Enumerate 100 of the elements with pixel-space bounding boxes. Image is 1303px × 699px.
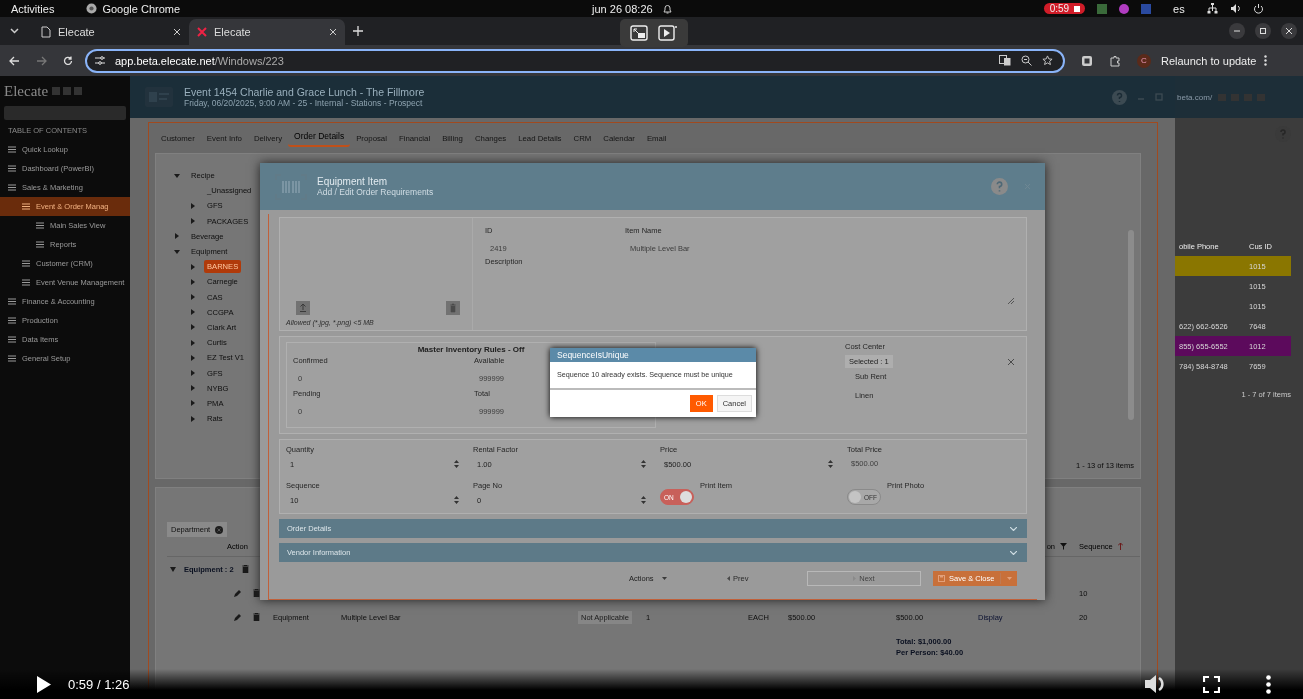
minimize-button[interactable]: [1229, 23, 1245, 39]
address-bar[interactable]: app.beta.elecate.net/Windows/223: [85, 48, 1065, 73]
clear-icon[interactable]: [1008, 358, 1014, 365]
trash-icon[interactable]: [253, 589, 260, 597]
tab-title: Elecate: [58, 26, 96, 38]
profile-avatar[interactable]: C: [1137, 53, 1151, 68]
page-icon: [41, 26, 51, 38]
play-icon[interactable]: [37, 675, 51, 693]
video-time: 0:59 / 1:26: [68, 676, 130, 692]
close-icon[interactable]: [329, 28, 337, 36]
expand-arrow-icon[interactable]: [190, 309, 196, 316]
clock[interactable]: jun 26 08:26: [592, 2, 653, 15]
menu-icon[interactable]: [1264, 55, 1268, 66]
tab-title: Elecate: [214, 26, 252, 38]
activities-button[interactable]: Activities: [11, 2, 55, 15]
site-info-icon[interactable]: [95, 56, 105, 65]
event-subtitle: Friday, 06/20/2025, 9:00 AM - 25 - Internal - Stations - Prospect: [184, 98, 424, 108]
expand-arrow-icon[interactable]: [190, 278, 196, 285]
browser-tab[interactable]: Elecate: [33, 19, 189, 45]
edit-icon[interactable]: [234, 613, 242, 621]
remove-icon[interactable]: [215, 525, 224, 534]
stop-icon: [1074, 5, 1081, 12]
recording-indicator[interactable]: 0:59: [1043, 3, 1086, 14]
zoom-icon[interactable]: [1021, 55, 1032, 66]
power-icon[interactable]: [1252, 3, 1264, 14]
list-icon: [36, 222, 44, 229]
list-icon: [36, 241, 44, 248]
list-icon: [22, 279, 30, 286]
save-icon: [938, 574, 945, 582]
spinner-icon[interactable]: [641, 459, 646, 469]
expand-arrow-icon[interactable]: [190, 370, 196, 377]
close-icon[interactable]: [173, 28, 181, 36]
back-icon[interactable]: [9, 55, 20, 66]
chrome-icon: [86, 3, 98, 14]
expand-arrow-icon[interactable]: [190, 202, 196, 209]
extension-icon[interactable]: [1081, 54, 1093, 67]
network-icon[interactable]: [1206, 3, 1218, 14]
list-icon: [8, 317, 16, 324]
filter-icon[interactable]: [1060, 543, 1067, 550]
search-field[interactable]: [4, 106, 126, 120]
app-logo[interactable]: Elecate: [4, 82, 49, 100]
expand-arrow-icon[interactable]: [190, 218, 196, 225]
puzzle-icon[interactable]: [1109, 54, 1121, 67]
new-tab-icon[interactable]: [353, 26, 363, 36]
spinner-icon[interactable]: [828, 459, 833, 469]
bell-icon: [662, 3, 672, 14]
language-indicator[interactable]: es: [1173, 2, 1185, 15]
tab-list-icon[interactable]: [10, 28, 19, 34]
caret-icon: [661, 576, 667, 580]
translate-icon[interactable]: [999, 55, 1011, 66]
close-button[interactable]: [1281, 23, 1297, 39]
resize-handle-icon[interactable]: [1008, 298, 1014, 304]
chevron-icon: [1010, 526, 1017, 531]
expand-arrow-icon[interactable]: [174, 172, 180, 179]
tray-icon[interactable]: [1119, 3, 1130, 14]
expand-arrow-icon[interactable]: [190, 294, 196, 301]
expand-arrow-icon[interactable]: [190, 415, 196, 422]
event-title: Event 1454 Charlie and Grace Lunch - The Fillmore: [184, 86, 426, 98]
volume-icon[interactable]: [1145, 674, 1167, 694]
url-fragment: beta.com/: [1177, 92, 1213, 102]
url-text: app.beta.elecate.net/Windows/223: [115, 54, 285, 67]
list-icon: [22, 203, 30, 210]
modal-subtitle: Add / Edit Order Requirements: [317, 187, 435, 197]
volume-icon[interactable]: [1229, 3, 1241, 14]
expand-arrow-icon[interactable]: [190, 385, 196, 392]
modal-title: Equipment Item: [317, 176, 388, 187]
star-icon[interactable]: [1042, 55, 1053, 66]
dialog-title: SequenceIsUnique: [550, 348, 756, 362]
edit-icon[interactable]: [234, 589, 242, 597]
list-icon: [8, 165, 16, 172]
chevron-icon: [1010, 550, 1017, 555]
spinner-icon[interactable]: [641, 495, 646, 505]
expand-arrow-icon[interactable]: [174, 233, 180, 240]
tray-icon[interactable]: [1141, 3, 1152, 14]
expand-arrow-icon[interactable]: [190, 339, 196, 346]
restore-button[interactable]: [1255, 23, 1271, 39]
event-tab[interactable]: Order Details: [288, 125, 351, 147]
collapse-arrow-icon[interactable]: [170, 566, 176, 572]
browser-tab[interactable]: Elecate: [189, 19, 345, 45]
app-name[interactable]: Google Chrome: [86, 2, 181, 15]
list-icon: [22, 260, 30, 267]
reload-icon[interactable]: [63, 55, 73, 66]
exit-pip-icon[interactable]: [630, 25, 648, 41]
expand-arrow-icon[interactable]: [190, 324, 196, 331]
spinner-icon[interactable]: [454, 459, 459, 469]
fullscreen-icon[interactable]: [1203, 675, 1220, 693]
more-icon[interactable]: [1266, 674, 1271, 694]
sort-up-icon[interactable]: [1117, 543, 1123, 550]
upload-icon[interactable]: [296, 301, 310, 315]
forward-icon[interactable]: [36, 55, 47, 66]
expand-arrow-icon[interactable]: [190, 263, 196, 270]
tray-icon[interactable]: [1097, 3, 1108, 14]
relaunch-button[interactable]: Relaunch to update: [1161, 54, 1257, 67]
trash-icon[interactable]: [241, 565, 249, 573]
expand-arrow-icon[interactable]: [174, 248, 180, 255]
trash-icon[interactable]: [253, 613, 260, 621]
spinner-icon[interactable]: [454, 495, 459, 505]
expand-arrow-icon[interactable]: [190, 400, 196, 407]
expand-arrow-icon[interactable]: [190, 354, 196, 361]
play-window-icon[interactable]: [658, 25, 678, 41]
